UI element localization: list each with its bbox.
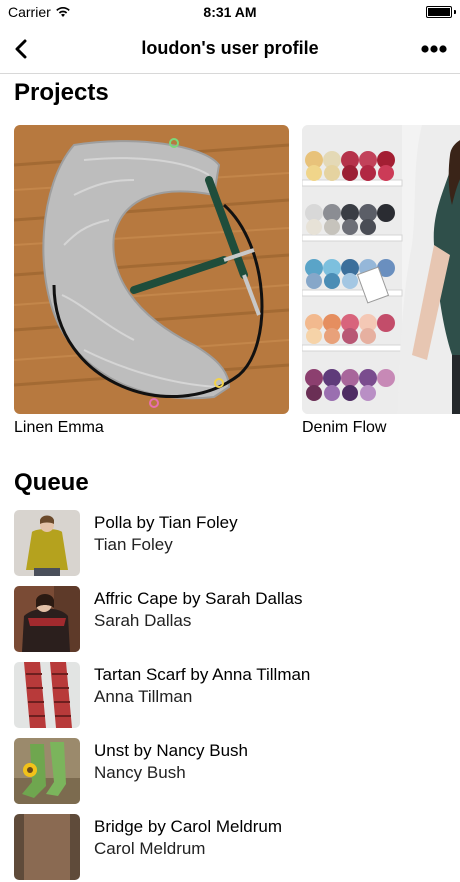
ellipsis-icon	[421, 45, 447, 53]
battery-icon	[426, 6, 452, 18]
more-options-button[interactable]	[416, 36, 452, 62]
queue-item-author: Carol Meldrum	[94, 839, 206, 858]
queue-thumbnail	[14, 814, 80, 880]
project-card-linen-emma[interactable]: Linen Emma	[14, 125, 289, 445]
queue-item-title: Affric Cape by Sarah Dallas	[94, 589, 303, 608]
project-photo-denim-flow	[302, 125, 460, 414]
project-name: Linen Emma	[14, 419, 104, 436]
status-bar: Carrier 8:31 AM	[0, 0, 460, 24]
queue-item-title: Polla by Tian Foley	[94, 513, 238, 532]
queue-item-author: Sarah Dallas	[94, 611, 192, 630]
queue-item-bridge[interactable]: Bridge by Carol Meldrum Carol Meldrum	[14, 814, 460, 882]
queue-item-author: Tian Foley	[94, 535, 173, 554]
queue-item-title: Bridge by Carol Meldrum	[94, 817, 283, 836]
queue-heading: Queue	[14, 469, 89, 496]
queue-item-unst[interactable]: Unst by Nancy Bush Nancy Bush	[14, 738, 460, 806]
chevron-left-icon	[15, 39, 27, 59]
navigation-bar: loudon's user profile	[0, 24, 460, 74]
projects-heading: Projects	[14, 79, 109, 106]
battery-nub	[454, 10, 456, 14]
queue-thumbnail	[14, 586, 80, 652]
back-button[interactable]	[6, 34, 36, 64]
project-card-denim-flow[interactable]: Denim Flow	[302, 125, 460, 445]
page-title: loudon's user profile	[141, 38, 319, 58]
queue-item-polla[interactable]: Polla by Tian Foley Tian Foley	[14, 510, 460, 578]
project-name: Denim Flow	[302, 419, 387, 436]
queue-thumbnail	[14, 510, 80, 576]
queue-item-affric-cape[interactable]: Affric Cape by Sarah Dallas Sarah Dallas	[14, 586, 460, 654]
queue-thumbnail	[14, 738, 80, 804]
queue-item-title: Unst by Nancy Bush	[94, 741, 249, 760]
queue-item-tartan-scarf[interactable]: Tartan Scarf by Anna Tillman Anna Tillma…	[14, 662, 460, 730]
queue-item-author: Nancy Bush	[94, 763, 186, 782]
status-time: 8:31 AM	[203, 4, 257, 20]
queue-item-author: Anna Tillman	[94, 687, 193, 706]
queue-item-title: Tartan Scarf by Anna Tillman	[94, 665, 311, 684]
queue-thumbnail	[14, 662, 80, 728]
projects-carousel[interactable]: Linen Emma Denim Flow	[14, 125, 460, 445]
project-photo-linen-emma	[14, 125, 289, 414]
